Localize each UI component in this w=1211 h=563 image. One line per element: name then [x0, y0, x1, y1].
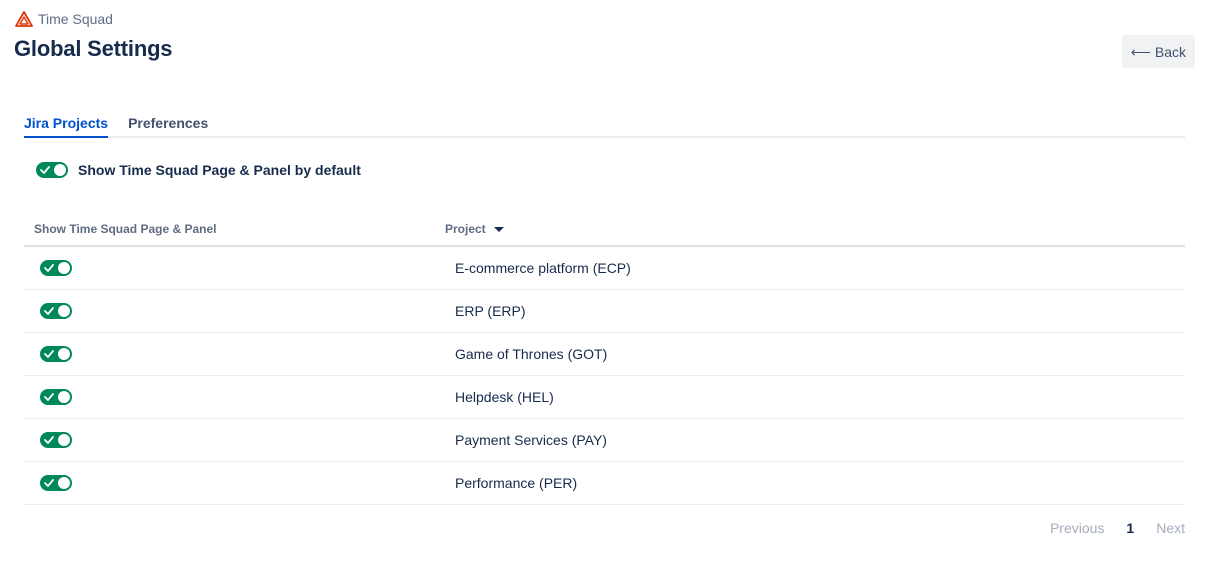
- table-row: Payment Services (PAY): [24, 419, 1185, 462]
- default-setting-row: Show Time Squad Page & Panel by default: [36, 162, 361, 178]
- tab-bar: Jira Projects Preferences: [24, 113, 1185, 138]
- toggle-knob: [58, 477, 70, 489]
- default-setting-label: Show Time Squad Page & Panel by default: [78, 162, 361, 178]
- current-page[interactable]: 1: [1126, 520, 1134, 536]
- back-button-label: Back: [1154, 43, 1186, 60]
- toggle-knob: [58, 262, 70, 274]
- project-toggle[interactable]: [40, 475, 72, 491]
- toggle-knob: [58, 434, 70, 446]
- project-name: ERP (ERP): [455, 303, 526, 319]
- project-name: Helpdesk (HEL): [455, 389, 554, 405]
- next-page-button[interactable]: Next: [1156, 520, 1185, 536]
- tab-preferences[interactable]: Preferences: [128, 113, 208, 138]
- toggle-knob: [54, 164, 66, 176]
- table-row: ERP (ERP): [24, 290, 1185, 333]
- toggle-knob: [58, 391, 70, 403]
- table-row: Helpdesk (HEL): [24, 376, 1185, 419]
- project-toggle[interactable]: [40, 346, 72, 362]
- check-icon: [44, 479, 54, 487]
- project-name: E-commerce platform (ECP): [455, 260, 631, 276]
- table-row: Performance (PER): [24, 462, 1185, 505]
- project-toggle[interactable]: [40, 260, 72, 276]
- app-header: Time Squad: [15, 11, 113, 27]
- project-toggle[interactable]: [40, 432, 72, 448]
- toggle-knob: [58, 305, 70, 317]
- tab-jira-projects[interactable]: Jira Projects: [24, 113, 109, 138]
- sort-descending-icon[interactable]: [493, 227, 504, 232]
- project-name: Performance (PER): [455, 475, 578, 491]
- back-button[interactable]: ⟵ Back: [1121, 35, 1195, 68]
- project-name: Game of Thrones (GOT): [455, 346, 608, 362]
- project-name: Payment Services (PAY): [455, 432, 607, 448]
- column-header-show: Show Time Squad Page & Panel: [34, 221, 217, 236]
- app-name: Time Squad: [38, 11, 113, 27]
- toggle-knob: [58, 348, 70, 360]
- projects-table: Show Time Squad Page & Panel Project E-c…: [24, 212, 1185, 505]
- column-header-project[interactable]: Project: [445, 222, 504, 236]
- column-header-project-label: Project: [445, 221, 486, 236]
- page-title: Global Settings: [14, 36, 173, 61]
- previous-page-button[interactable]: Previous: [1050, 520, 1104, 536]
- check-icon: [44, 264, 54, 272]
- arrow-left-icon: ⟵: [1130, 43, 1151, 60]
- check-icon: [44, 393, 54, 401]
- table-row: Game of Thrones (GOT): [24, 333, 1185, 376]
- check-icon: [44, 436, 54, 444]
- check-icon: [44, 350, 54, 358]
- pagination: Previous 1 Next: [1050, 520, 1185, 536]
- project-toggle[interactable]: [40, 389, 72, 405]
- time-squad-logo-icon: [15, 11, 33, 27]
- default-setting-toggle[interactable]: [36, 162, 68, 178]
- check-icon: [44, 307, 54, 315]
- check-icon: [40, 166, 50, 174]
- project-toggle[interactable]: [40, 303, 72, 319]
- table-row: E-commerce platform (ECP): [24, 247, 1185, 290]
- table-header: Show Time Squad Page & Panel Project: [24, 212, 1185, 247]
